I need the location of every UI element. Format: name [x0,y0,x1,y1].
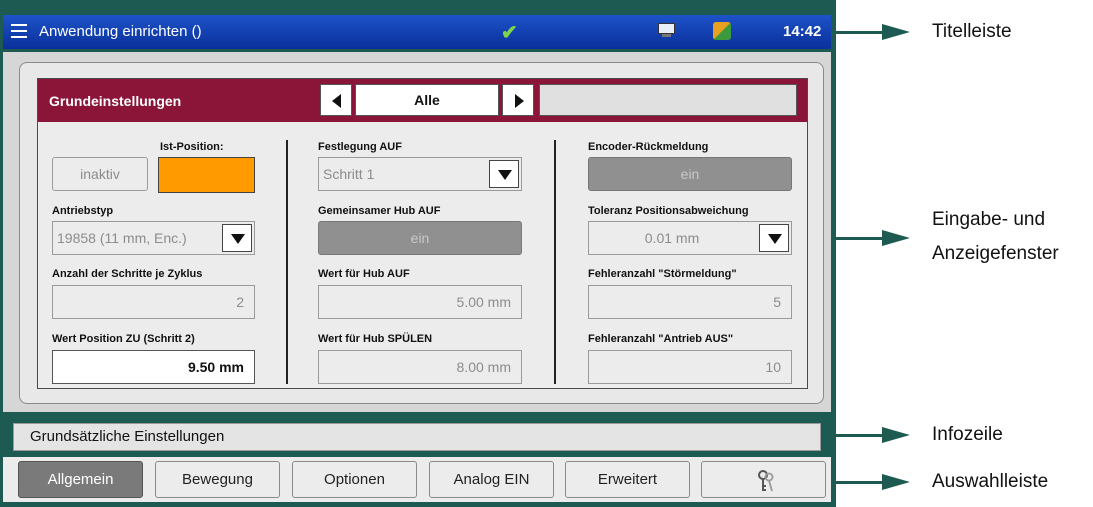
antriebstyp-value: 19858 (11 mm, Enc.) [57,230,187,246]
ist-position-label: Ist-Position: [160,141,224,153]
callout-line [836,31,888,34]
toleranz-label: Toleranz Positionsabweichung [588,205,749,217]
festlegung-label: Festlegung AUF [318,141,402,153]
tab-keys[interactable] [701,461,826,498]
toleranz-select[interactable]: 0.01 mm [588,221,792,255]
window-title: Anwendung einrichten () [39,23,202,40]
encoder-toggle[interactable]: ein [588,157,792,191]
apps-icon[interactable] [713,22,731,40]
callout-line [836,434,888,437]
arrow-right-icon [882,24,910,40]
checkmark-icon: ✔ [501,22,518,44]
hub-spuelen-field[interactable]: 8.00 mm [318,350,522,384]
device-frame: Anwendung einrichten () ✔ 14:42 Grundein… [0,0,836,507]
callout-titelleiste: Titelleiste [932,21,1012,42]
hub-auf-field[interactable]: 5.00 mm [318,285,522,319]
arrow-left-icon [332,94,341,108]
chevron-down-icon[interactable] [489,160,519,188]
filter-value[interactable]: Alle [355,84,499,116]
next-button[interactable] [502,84,534,116]
title-bar: Anwendung einrichten () ✔ 14:42 [3,15,831,49]
callout-line [836,481,888,484]
antrieb-aus-label: Fehleranzahl "Antrieb AUS" [588,333,734,345]
schritte-label: Anzahl der Schritte je Zyklus [52,268,203,280]
callout-infozeile: Infozeile [932,424,1003,445]
toleranz-value: 0.01 mm [644,230,700,246]
column-separator [554,140,556,384]
gemeinsamer-hub-label: Gemeinsamer Hub AUF [318,205,441,217]
antriebstyp-select[interactable]: 19858 (11 mm, Enc.) [52,221,255,255]
arrow-right-icon [882,230,910,246]
callout-line [836,237,888,240]
column-separator [286,140,288,384]
encoder-label: Encoder-Rückmeldung [588,141,709,153]
tab-optionen[interactable]: Optionen [292,461,417,498]
schritte-field[interactable]: 2 [52,285,255,319]
position-zu-field[interactable]: 9.50 mm [52,350,255,384]
tab-analog-ein[interactable]: Analog EIN [429,461,554,498]
ist-position-indicator [158,157,255,193]
clock: 14:42 [783,23,822,40]
callout-eingabe-line1: Eingabe- und [932,209,1046,230]
stoermeldung-field[interactable]: 5 [588,285,792,319]
callout-auswahlleiste: Auswahlleiste [932,471,1049,492]
tab-erweitert[interactable]: Erweitert [565,461,690,498]
keys-icon [758,470,774,492]
antriebstyp-label: Antriebstyp [52,205,114,217]
card-header: Grundeinstellungen Alle [38,79,807,122]
chevron-down-icon[interactable] [222,224,252,252]
callout-eingabe-line2: Anzeigefenster [932,243,1059,264]
festlegung-value: Schritt 1 [323,166,375,182]
arrow-right-icon [882,427,910,443]
menu-icon[interactable] [11,24,27,38]
chevron-down-icon[interactable] [759,224,789,252]
tab-allgemein[interactable]: Allgemein [18,461,143,498]
arrow-right-icon [515,94,524,108]
header-empty-field [539,84,797,116]
stoermeldung-label: Fehleranzahl "Störmeldung" [588,268,737,280]
monitor-icon[interactable] [658,23,675,38]
info-line: Grundsätzliche Einstellungen [13,423,821,451]
position-zu-label: Wert Position ZU (Schritt 2) [52,333,195,345]
previous-button[interactable] [320,84,352,116]
arrow-right-icon [882,474,910,490]
festlegung-select[interactable]: Schritt 1 [318,157,522,191]
antrieb-aus-field[interactable]: 10 [588,350,792,384]
hub-spuelen-label: Wert für Hub SPÜLEN [318,333,433,345]
gemeinsamer-hub-toggle[interactable]: ein [318,221,522,255]
card-title: Grundeinstellungen [49,93,182,109]
hub-auf-label: Wert für Hub AUF [318,268,410,280]
inaktiv-button[interactable]: inaktiv [52,157,148,191]
tab-bewegung[interactable]: Bewegung [155,461,280,498]
